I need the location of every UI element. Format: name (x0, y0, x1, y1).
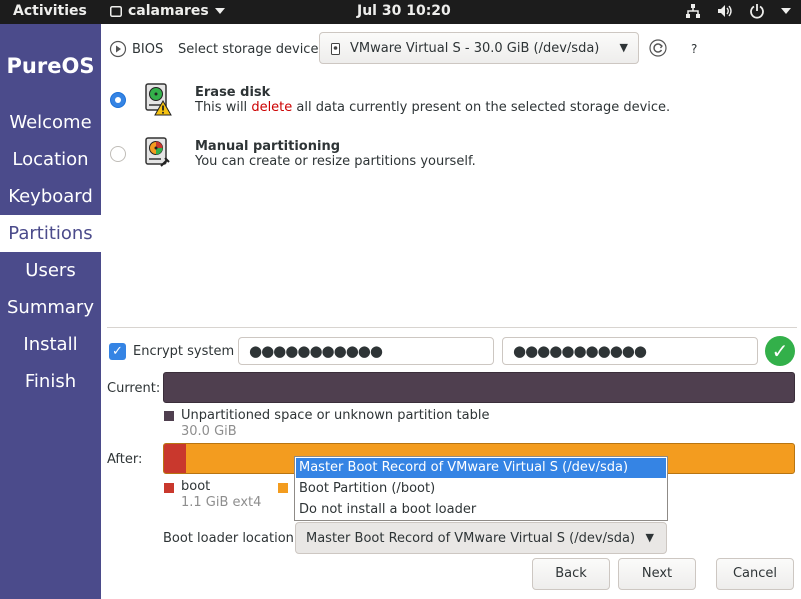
disk-icon (331, 43, 340, 55)
bootloader-option-mbr[interactable]: Master Boot Record of VMware Virtual S (… (296, 458, 666, 478)
erase-disk-title: Erase disk (195, 85, 271, 100)
next-button[interactable]: Next (618, 558, 696, 590)
boot-partition-size: 1.1 GiB ext4 (181, 495, 262, 510)
encrypt-system-checkbox[interactable]: ✓ (109, 343, 126, 360)
refresh-icon[interactable] (649, 39, 667, 57)
network-icon (686, 4, 700, 18)
boot-partition-label: boot (181, 479, 211, 494)
help-button[interactable]: ? (691, 42, 697, 56)
divider (107, 327, 797, 328)
erase-disk-radio[interactable] (110, 92, 126, 108)
chevron-down-icon: ▼ (619, 41, 628, 54)
partitions-page: BIOS Select storage device: VMware Virtu… (101, 24, 801, 599)
power-icon (750, 4, 764, 19)
boot-swatch (164, 483, 174, 493)
app-menu[interactable]: calamares (110, 3, 225, 19)
passphrase-field[interactable]: ●●●●●●●●●●● (238, 337, 494, 365)
bootloader-dropdown-list: Master Boot Record of VMware Virtual S (… (294, 456, 668, 521)
check-ok-icon: ✓ (765, 336, 795, 366)
window-icon (110, 5, 122, 17)
volume-icon (718, 5, 732, 17)
storage-device-select[interactable]: VMware Virtual S - 30.0 GiB (/dev/sda) ▼ (319, 32, 639, 64)
chevron-down-icon: ▼ (645, 531, 654, 544)
bootloader-location-value: Master Boot Record of VMware Virtual S (… (306, 531, 636, 546)
bootloader-location-label: Boot loader location: (163, 531, 299, 546)
manual-partitioning-radio[interactable] (110, 146, 126, 162)
bootloader-option-boot-partition[interactable]: Boot Partition (/boot) (296, 479, 666, 499)
chevron-down-icon (214, 8, 225, 14)
manual-partitioning-option[interactable]: Manual partitioning You can create or re… (195, 139, 476, 169)
product-logo: PureOS (6, 54, 95, 78)
system-menu[interactable] (685, 3, 791, 19)
clock[interactable]: Jul 30 10:20 (357, 3, 451, 19)
root-swatch (278, 483, 288, 493)
chevron-down-icon (781, 8, 791, 14)
firmware-type: BIOS (132, 41, 164, 57)
cancel-button[interactable]: Cancel (716, 558, 794, 590)
manual-partitioning-icon (145, 137, 170, 167)
passphrase-confirm-field[interactable]: ●●●●●●●●●●● (502, 337, 758, 365)
app-name: calamares (128, 3, 209, 19)
current-layout-label: Current: (107, 381, 161, 396)
manual-partitioning-description: You can create or resize partitions your… (195, 154, 476, 169)
sidebar-item-location: Location (12, 149, 89, 170)
sidebar-item-keyboard: Keyboard (8, 186, 93, 207)
manual-partitioning-title: Manual partitioning (195, 139, 341, 154)
encrypt-system-label: Encrypt system (133, 344, 235, 359)
storage-device-value: VMware Virtual S - 30.0 GiB (/dev/sda) (350, 41, 600, 56)
delete-warning-word: delete (251, 100, 293, 115)
sidebar-item-finish: Finish (24, 371, 77, 392)
bootloader-option-none[interactable]: Do not install a boot loader (296, 500, 666, 520)
unpartitioned-label: Unpartitioned space or unknown partition… (181, 408, 490, 423)
top-bar: Activities calamares Jul 30 10:20 (0, 0, 801, 24)
unpartitioned-swatch (164, 411, 174, 421)
sidebar-item-users: Users (25, 260, 76, 281)
erase-disk-option[interactable]: Erase disk This will delete all data cur… (195, 85, 670, 115)
sidebar-item-welcome: Welcome (9, 112, 92, 133)
bios-chip-icon (109, 40, 127, 58)
storage-device-label: Select storage device: (178, 42, 323, 57)
boot-partition-segment (164, 444, 186, 473)
sidebar-item-partitions: Partitions (0, 215, 101, 252)
erase-disk-description: This will delete all data currently pres… (195, 100, 671, 115)
erase-disk-icon (145, 83, 172, 116)
unpartitioned-size: 30.0 GiB (181, 424, 237, 439)
bootloader-location-select[interactable]: Master Boot Record of VMware Virtual S (… (295, 522, 667, 554)
sidebar: PureOS Welcome Location Keyboard Partiti… (0, 24, 101, 599)
sidebar-item-summary: Summary (7, 297, 94, 318)
sidebar-item-install: Install (23, 334, 78, 355)
current-partition-bar (163, 372, 795, 403)
back-button[interactable]: Back (532, 558, 610, 590)
activities-button[interactable]: Activities (13, 3, 87, 19)
firmware-indicator: BIOS (109, 40, 163, 58)
after-layout-label: After: (107, 452, 143, 467)
